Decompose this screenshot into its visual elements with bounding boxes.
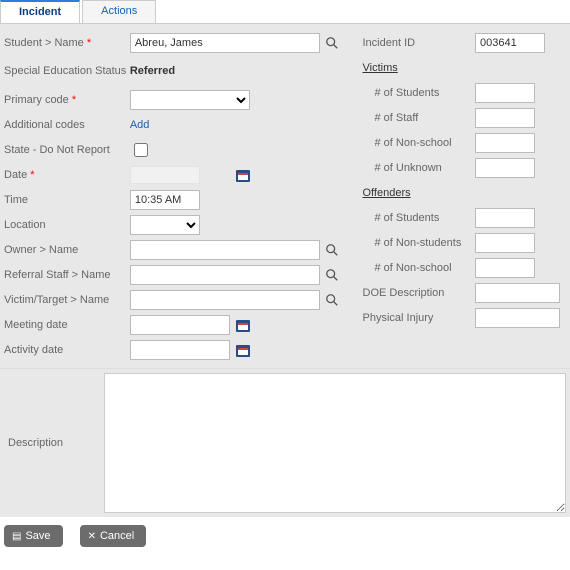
calendar-icon[interactable] bbox=[234, 316, 252, 334]
cancel-button[interactable]: ✕ Cancel bbox=[80, 525, 147, 547]
label-activity-date: Activity date bbox=[4, 344, 63, 356]
search-icon[interactable] bbox=[324, 292, 340, 308]
label-description: Description bbox=[8, 437, 63, 449]
tab-incident[interactable]: Incident bbox=[0, 0, 80, 23]
meeting-date-input[interactable] bbox=[130, 315, 230, 335]
label-vict-nonschool: # of Non-school bbox=[375, 137, 452, 149]
left-labels: Student > Name Special Education Status … bbox=[4, 30, 130, 362]
offenders-header[interactable]: Offenders bbox=[363, 187, 411, 199]
label-off-nonstudents: # of Non-students bbox=[375, 237, 462, 249]
description-textarea[interactable] bbox=[104, 373, 566, 513]
label-doe-description: DOE Description bbox=[363, 287, 445, 299]
vict-students-input[interactable] bbox=[475, 83, 535, 103]
off-nonstudents-input[interactable] bbox=[475, 233, 535, 253]
owner-name-input[interactable] bbox=[130, 240, 320, 260]
state-dnr-checkbox[interactable] bbox=[134, 143, 148, 157]
location-select[interactable] bbox=[130, 215, 200, 235]
physical-injury-input[interactable] bbox=[475, 308, 560, 328]
label-meeting-date: Meeting date bbox=[4, 319, 68, 331]
label-vict-staff: # of Staff bbox=[375, 112, 419, 124]
tab-actions[interactable]: Actions bbox=[82, 0, 156, 23]
label-vict-unknown: # of Unknown bbox=[375, 162, 442, 174]
right-fields bbox=[469, 30, 566, 362]
label-off-nonschool: # of Non-school bbox=[375, 262, 452, 274]
label-vict-students: # of Students bbox=[375, 87, 440, 99]
time-input[interactable] bbox=[130, 190, 200, 210]
right-labels: Incident ID Victims # of Students # of S… bbox=[353, 30, 469, 362]
off-nonschool-input[interactable] bbox=[475, 258, 535, 278]
primary-code-select[interactable] bbox=[130, 90, 250, 110]
description-panel: Description bbox=[0, 368, 570, 517]
label-primary-code: Primary code bbox=[4, 94, 76, 106]
label-student-name: Student > Name bbox=[4, 37, 91, 49]
off-students-input[interactable] bbox=[475, 208, 535, 228]
save-icon: ▤ bbox=[12, 531, 21, 542]
search-icon[interactable] bbox=[324, 242, 340, 258]
cancel-button-label: Cancel bbox=[100, 530, 134, 542]
close-icon: ✕ bbox=[88, 531, 96, 542]
form-panel: Student > Name Special Education Status … bbox=[0, 24, 570, 368]
label-date: Date bbox=[4, 169, 35, 181]
doe-description-input[interactable] bbox=[475, 283, 560, 303]
tab-bar: Incident Actions bbox=[0, 0, 570, 24]
calendar-icon[interactable] bbox=[234, 166, 252, 184]
referral-staff-input[interactable] bbox=[130, 265, 320, 285]
label-victim-target: Victim/Target > Name bbox=[4, 294, 109, 306]
search-icon[interactable] bbox=[324, 267, 340, 283]
victim-target-input[interactable] bbox=[130, 290, 320, 310]
vict-unknown-input[interactable] bbox=[475, 158, 535, 178]
footer-buttons: ▤ Save ✕ Cancel bbox=[0, 517, 570, 555]
calendar-icon[interactable] bbox=[234, 341, 252, 359]
add-codes-link[interactable]: Add bbox=[130, 119, 150, 131]
save-button-label: Save bbox=[25, 530, 50, 542]
label-special-ed: Special Education Status bbox=[4, 65, 126, 77]
label-referral-staff: Referral Staff > Name bbox=[4, 269, 110, 281]
label-physical-injury: Physical Injury bbox=[363, 312, 434, 324]
label-location: Location bbox=[4, 219, 46, 231]
incident-id-input[interactable] bbox=[475, 33, 545, 53]
label-additional-codes: Additional codes bbox=[4, 119, 85, 131]
label-owner-name: Owner > Name bbox=[4, 244, 78, 256]
vict-nonschool-input[interactable] bbox=[475, 133, 535, 153]
label-incident-id: Incident ID bbox=[363, 37, 416, 49]
referred-value: Referred bbox=[130, 65, 175, 77]
vict-staff-input[interactable] bbox=[475, 108, 535, 128]
victims-header[interactable]: Victims bbox=[363, 62, 398, 74]
left-fields: Referred Add bbox=[130, 30, 353, 362]
student-name-input[interactable] bbox=[130, 33, 320, 53]
label-time: Time bbox=[4, 194, 28, 206]
search-icon[interactable] bbox=[324, 35, 340, 51]
label-off-students: # of Students bbox=[375, 212, 440, 224]
save-button[interactable]: ▤ Save bbox=[4, 525, 63, 547]
label-state-dnr: State - Do Not Report bbox=[4, 144, 110, 156]
activity-date-input[interactable] bbox=[130, 340, 230, 360]
date-input[interactable] bbox=[130, 166, 200, 184]
